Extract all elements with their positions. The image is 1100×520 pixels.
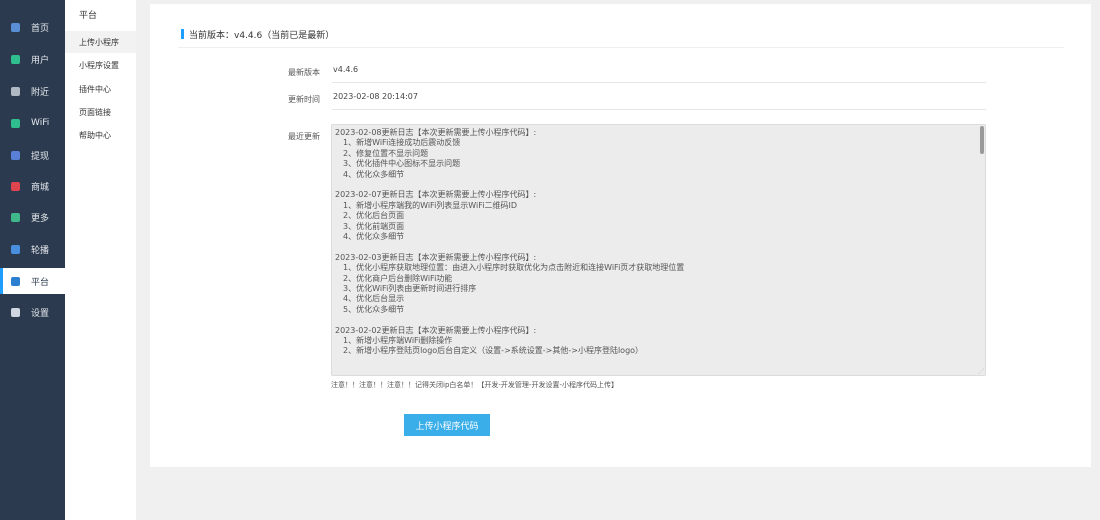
ip-whitelist-notice: 注意！！注意！！注意！！记得关闭ip白名单！【开发-开发管理-开发设置-小程序代… xyxy=(331,381,618,389)
withdraw-icon xyxy=(11,150,20,160)
subnav-item-3[interactable]: 页面链接 xyxy=(65,101,136,123)
nav-item-label: 首页 xyxy=(31,23,50,34)
header-accent-bar xyxy=(181,29,184,39)
nav-item-label: 提现 xyxy=(31,151,50,162)
changelog-textarea[interactable]: 2023-02-08更新日志【本次更新需要上传小程序代码】: 1、新增WiFi连接… xyxy=(331,124,986,376)
more-icon xyxy=(11,212,20,222)
main-sidebar: 首页用户附近 WiFi 提现商城更多轮播平台设置 xyxy=(0,0,65,520)
nav-item-2[interactable]: 附近 xyxy=(0,78,65,104)
changelog-entry-item: 1、优化小程序获取地理位置：由进入小程序时获取优化为点击附近和连接WiFi页才获… xyxy=(343,263,685,273)
nav-item-7[interactable]: 轮播 xyxy=(0,236,65,262)
recent-update-label: 最近更新 xyxy=(288,132,320,141)
changelog-entry-item: 1、新增小程序端WiFi删除操作 xyxy=(343,336,453,346)
nav-item-label: 附近 xyxy=(31,87,50,98)
nav-item-4[interactable]: 提现 xyxy=(0,142,65,168)
changelog-entry-item: 3、优化WiFi列表由更新时间进行排序 xyxy=(343,284,477,294)
nav-item-label: 商城 xyxy=(31,182,50,193)
nav-item-8[interactable]: 平台 xyxy=(0,268,65,294)
changelog-entry-item: 3、优化插件中心图标不显示问题 xyxy=(343,159,461,169)
subnav-item-0[interactable]: 上传小程序 xyxy=(65,31,136,53)
latest-version-label: 最新版本 xyxy=(288,68,320,77)
nav-item-1[interactable]: 用户 xyxy=(0,46,65,72)
home-icon xyxy=(11,22,20,32)
nav-item-5[interactable]: 商城 xyxy=(0,173,65,199)
changelog-entry-item: 2、优化后台页面 xyxy=(343,211,405,221)
nav-item-0[interactable]: 首页 xyxy=(0,14,65,40)
current-version-text: 当前版本：v4.4.6（当前已是最新） xyxy=(189,30,335,41)
subnav-title: 平台 xyxy=(79,11,98,21)
nav-item-label: WiFi xyxy=(31,118,50,128)
platform-icon xyxy=(11,276,20,286)
gear-icon xyxy=(11,307,20,317)
changelog-entry-title: 2023-02-08更新日志【本次更新需要上传小程序代码】: xyxy=(335,128,537,137)
update-time-label: 更新时间 xyxy=(288,95,320,104)
sub-sidebar: 平台 上传小程序 小程序设置 插件中心 页面链接 帮助中心 xyxy=(65,0,136,520)
latest-version-value: v4.4.6 xyxy=(332,63,986,83)
resize-grip-icon[interactable]: ⋰ xyxy=(978,368,984,375)
update-time-value: 2023-02-08 20:14:07 xyxy=(332,90,986,110)
subnav-item-1[interactable]: 小程序设置 xyxy=(65,54,136,76)
nav-item-label: 更多 xyxy=(31,213,50,224)
changelog-entry-title: 2023-02-07更新日志【本次更新需要上传小程序代码】: xyxy=(335,190,537,200)
header-divider xyxy=(178,47,1064,48)
subnav-item-2[interactable]: 插件中心 xyxy=(65,78,136,100)
changelog-entry-item: 2、修复位置不显示问题 xyxy=(343,148,429,158)
carousel-icon xyxy=(11,244,20,254)
update-card: 当前版本：v4.4.6（当前已是最新） 最新版本 v4.4.6 更新时间 202… xyxy=(150,4,1091,467)
subnav-item-4[interactable]: 帮助中心 xyxy=(65,124,136,146)
main-content: 当前版本：v4.4.6（当前已是最新） 最新版本 v4.4.6 更新时间 202… xyxy=(136,0,1100,520)
nav-item-label: 轮播 xyxy=(31,245,50,256)
changelog-entry-item: 5、优化众多细节 xyxy=(343,304,405,314)
changelog-scrollbar[interactable] xyxy=(980,126,984,154)
changelog-entry-item: 1、新增小程序端我的WiFi列表显示WiFi二维码ID xyxy=(343,200,518,210)
changelog-entry-item: 4、优化后台显示 xyxy=(343,294,405,304)
upload-miniprogram-button[interactable]: 上传小程序代码 xyxy=(404,414,490,436)
changelog-entry-title: 2023-02-02更新日志【本次更新需要上传小程序代码】: xyxy=(335,325,537,335)
changelog-entry-item: 4、优化众多细节 xyxy=(343,169,405,179)
changelog-entry-item: 2、新增小程序登陆页logo后台自定义（设置->系统设置->其他->小程序登陆l… xyxy=(343,346,644,356)
location-icon xyxy=(11,86,20,96)
wifi-icon xyxy=(11,118,20,128)
changelog-content: 2023-02-08更新日志【本次更新需要上传小程序代码】: 1、新增WiFi连接… xyxy=(335,128,975,357)
nav-item-6[interactable]: 更多 xyxy=(0,204,65,230)
nav-item-3[interactable]: WiFi xyxy=(0,110,65,136)
shop-icon xyxy=(11,181,20,191)
changelog-entry-item: 4、优化众多细节 xyxy=(343,232,405,242)
changelog-entry-item: 2、优化商户后台删除WiFi功能 xyxy=(343,273,453,283)
changelog-entry-title: 2023-02-03更新日志【本次更新需要上传小程序代码】: xyxy=(335,252,537,262)
nav-item-label: 平台 xyxy=(31,277,50,288)
changelog-entry-item: 1、新增WiFi连接成功后震动反馈 xyxy=(343,138,461,148)
nav-item-label: 用户 xyxy=(31,55,50,66)
version-header: 当前版本：v4.4.6（当前已是最新） xyxy=(181,28,335,41)
user-icon xyxy=(11,54,20,64)
changelog-entry-item: 3、优化前端页面 xyxy=(343,221,405,231)
nav-item-9[interactable]: 设置 xyxy=(0,299,65,325)
nav-item-label: 设置 xyxy=(31,308,50,319)
